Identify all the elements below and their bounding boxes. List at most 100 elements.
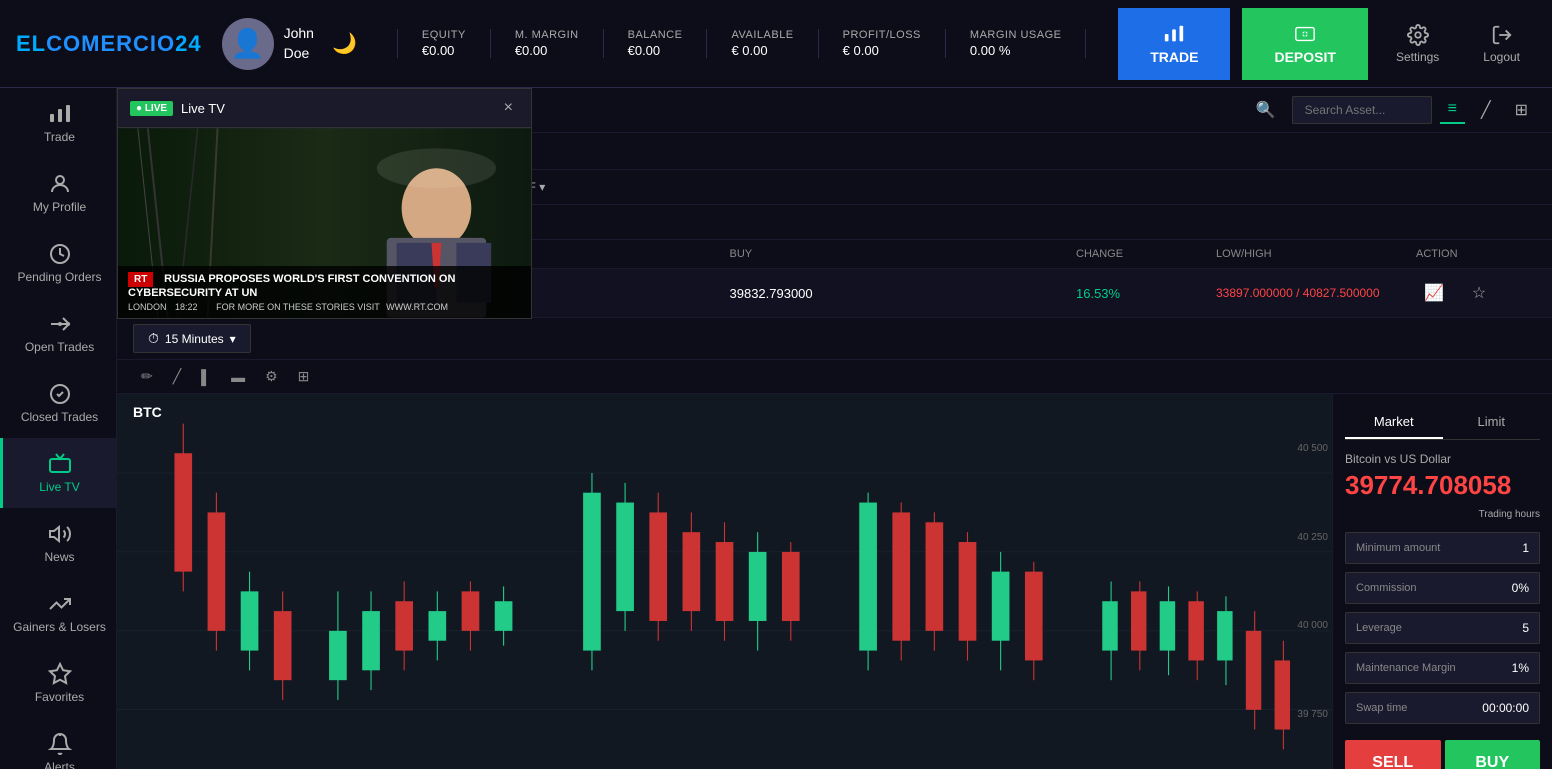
margin-usage-stat: MARGIN USAGE 0.00 % bbox=[946, 29, 1087, 58]
sidebar-item-my-profile[interactable]: My Profile bbox=[0, 158, 116, 228]
sidebar-item-label: Live TV bbox=[39, 480, 79, 494]
sidebar-item-label: My Profile bbox=[33, 200, 86, 214]
chart-symbol-label: BTC bbox=[133, 404, 162, 420]
live-tv-popup: ● LIVE Live TV × bbox=[117, 88, 532, 319]
sidebar-item-trade[interactable]: Trade bbox=[0, 88, 116, 158]
buy-button[interactable]: BUY bbox=[1445, 740, 1541, 769]
low-high-value: 33897.000000 / 40827.500000 bbox=[1216, 286, 1416, 300]
news-headline: RUSSIA PROPOSES WORLD'S FIRST CONVENTION… bbox=[128, 273, 455, 299]
current-price: 39774.708058 bbox=[1345, 470, 1540, 501]
sidebar-item-label: Alerts bbox=[44, 760, 75, 769]
grid-view-button[interactable]: ⊞ bbox=[1507, 96, 1536, 124]
balance-stat: BALANCE €0.00 bbox=[604, 29, 708, 58]
sidebar-item-pending-orders[interactable]: Pending Orders bbox=[0, 228, 116, 298]
col-low-high: Low/High bbox=[1216, 248, 1416, 260]
col-buy: Buy bbox=[730, 248, 1077, 260]
sidebar-item-gainers-losers[interactable]: Gainers & Losers bbox=[0, 578, 116, 648]
trade-button[interactable]: TRADE bbox=[1118, 8, 1230, 80]
sidebar-item-alerts[interactable]: Alerts bbox=[0, 718, 116, 769]
live-tv-video: RT RUSSIA PROPOSES WORLD'S FIRST CONVENT… bbox=[118, 128, 531, 318]
logout-button[interactable]: Logout bbox=[1467, 16, 1536, 72]
sidebar-item-open-trades[interactable]: Open Trades bbox=[0, 298, 116, 368]
low-value: 33897.000000 bbox=[1216, 286, 1293, 300]
search-input[interactable] bbox=[1292, 96, 1432, 124]
sidebar-item-closed-trades[interactable]: Closed Trades bbox=[0, 368, 116, 438]
leverage-label: Leverage bbox=[1356, 622, 1402, 634]
swap-time-value: 00:00:00 bbox=[1482, 701, 1529, 715]
chart-canvas: BTC bbox=[117, 394, 1332, 769]
avatar: 👤 bbox=[222, 18, 274, 70]
minimum-amount-field: Minimum amount 1 bbox=[1345, 532, 1540, 564]
news-website: WWW.RT.COM bbox=[386, 302, 448, 312]
timeframe-button[interactable]: ⏱ 15 Minutes ▾ bbox=[133, 324, 251, 353]
expand-button[interactable]: ⊞ bbox=[290, 364, 318, 389]
margin-stat: M. MARGIN €0.00 bbox=[491, 29, 604, 58]
user-name: John Doe bbox=[284, 24, 314, 63]
action-icons: 📈 ☆ bbox=[1416, 279, 1536, 307]
sidebar-item-label: Gainers & Losers bbox=[13, 620, 106, 634]
buy-price: 39832.793000 bbox=[730, 286, 1077, 301]
maintenance-margin-label: Maintenance Margin bbox=[1356, 662, 1456, 674]
favorite-action-button[interactable]: ☆ bbox=[1464, 279, 1494, 307]
pair-name: Bitcoin vs US Dollar bbox=[1345, 452, 1540, 466]
sidebar-item-label: Closed Trades bbox=[21, 410, 98, 424]
area-chart-button[interactable]: ▬ bbox=[223, 365, 253, 389]
live-indicator: ● LIVE bbox=[130, 101, 173, 116]
leverage-field: Leverage 5 bbox=[1345, 612, 1540, 644]
theme-toggle-icon[interactable]: 🌙 bbox=[332, 31, 357, 56]
sell-buy-buttons: SELL BUY bbox=[1345, 740, 1540, 769]
sidebar-item-label: Open Trades bbox=[25, 340, 94, 354]
tab-market[interactable]: Market bbox=[1345, 406, 1443, 439]
sell-button[interactable]: SELL bbox=[1345, 740, 1441, 769]
col-change: Change bbox=[1076, 248, 1216, 260]
sidebar-item-news[interactable]: News bbox=[0, 508, 116, 578]
profit-loss-stat: PROFIT/LOSS € 0.00 bbox=[819, 29, 946, 58]
sidebar-item-label: Pending Orders bbox=[17, 270, 101, 284]
live-tv-header: ● LIVE Live TV × bbox=[118, 89, 531, 128]
sidebar-item-label: Trade bbox=[44, 130, 75, 144]
live-tv-title: Live TV bbox=[181, 101, 490, 116]
header: ELCOMERCIO24 👤 John Doe 🌙 EQUITY €0.00 M… bbox=[0, 0, 1552, 88]
min-amount-value: 1 bbox=[1522, 541, 1529, 555]
leverage-value: 5 bbox=[1522, 621, 1529, 635]
news-location: LONDON bbox=[128, 302, 167, 312]
news-more: FOR MORE ON THESE STORIES VISIT bbox=[216, 302, 380, 312]
chart-extra-toolbar: ✏ ╱ ▌ ▬ ⚙ ⊞ bbox=[117, 360, 1552, 394]
change-value: 16.53% bbox=[1076, 286, 1216, 301]
sidebar: Trade My Profile Pending Orders Open Tra… bbox=[0, 88, 117, 769]
video-placeholder: RT RUSSIA PROPOSES WORLD'S FIRST CONVENT… bbox=[118, 128, 531, 318]
sidebar-item-favorites[interactable]: Favorites bbox=[0, 648, 116, 718]
live-tv-close-button[interactable]: × bbox=[498, 97, 519, 119]
draw-button[interactable]: ✏ bbox=[133, 364, 161, 389]
header-stats: EQUITY €0.00 M. MARGIN €0.00 BALANCE €0.… bbox=[397, 29, 1098, 58]
tab-limit[interactable]: Limit bbox=[1443, 406, 1541, 439]
chart-view-button[interactable]: ╱ bbox=[1473, 96, 1499, 124]
sidebar-item-label: Favorites bbox=[35, 690, 84, 704]
chart-toolbar: ⏱ 15 Minutes ▾ bbox=[117, 318, 1552, 360]
chart-settings-button[interactable]: ⚙ bbox=[257, 364, 286, 389]
chart-action-button[interactable]: 📈 bbox=[1416, 279, 1452, 307]
col-action: Action bbox=[1416, 248, 1536, 260]
commission-field: Commission 0% bbox=[1345, 572, 1540, 604]
equity-stat: EQUITY €0.00 bbox=[397, 29, 491, 58]
deposit-button[interactable]: DEPOSIT bbox=[1242, 8, 1367, 80]
swap-time-label: Swap time bbox=[1356, 702, 1407, 714]
swap-time-field: Swap time 00:00:00 bbox=[1345, 692, 1540, 724]
trading-hours: Trading hours bbox=[1345, 509, 1540, 520]
user-area: 👤 John Doe 🌙 bbox=[222, 18, 357, 70]
maintenance-margin-value: 1% bbox=[1512, 661, 1529, 675]
high-value: 40827.500000 bbox=[1303, 286, 1380, 300]
news-channel-badge: RT bbox=[128, 272, 153, 287]
list-view-button[interactable]: ≡ bbox=[1440, 96, 1465, 124]
bar-chart-button[interactable]: ▌ bbox=[193, 365, 219, 389]
trade-tabs: Market Limit bbox=[1345, 406, 1540, 440]
logo: ELCOMERCIO24 bbox=[16, 31, 202, 57]
maintenance-margin-field: Maintenance Margin 1% bbox=[1345, 652, 1540, 684]
timeframe-label: 15 Minutes bbox=[165, 332, 224, 346]
line-chart-button[interactable]: ╱ bbox=[165, 364, 189, 389]
search-area: 🔍 ≡ ╱ ⊞ bbox=[1248, 96, 1536, 124]
right-panel: Market Limit Bitcoin vs US Dollar 39774.… bbox=[1332, 394, 1552, 769]
settings-button[interactable]: Settings bbox=[1380, 16, 1455, 72]
search-button[interactable]: 🔍 bbox=[1248, 96, 1284, 124]
sidebar-item-live-tv[interactable]: Live TV bbox=[0, 438, 116, 508]
